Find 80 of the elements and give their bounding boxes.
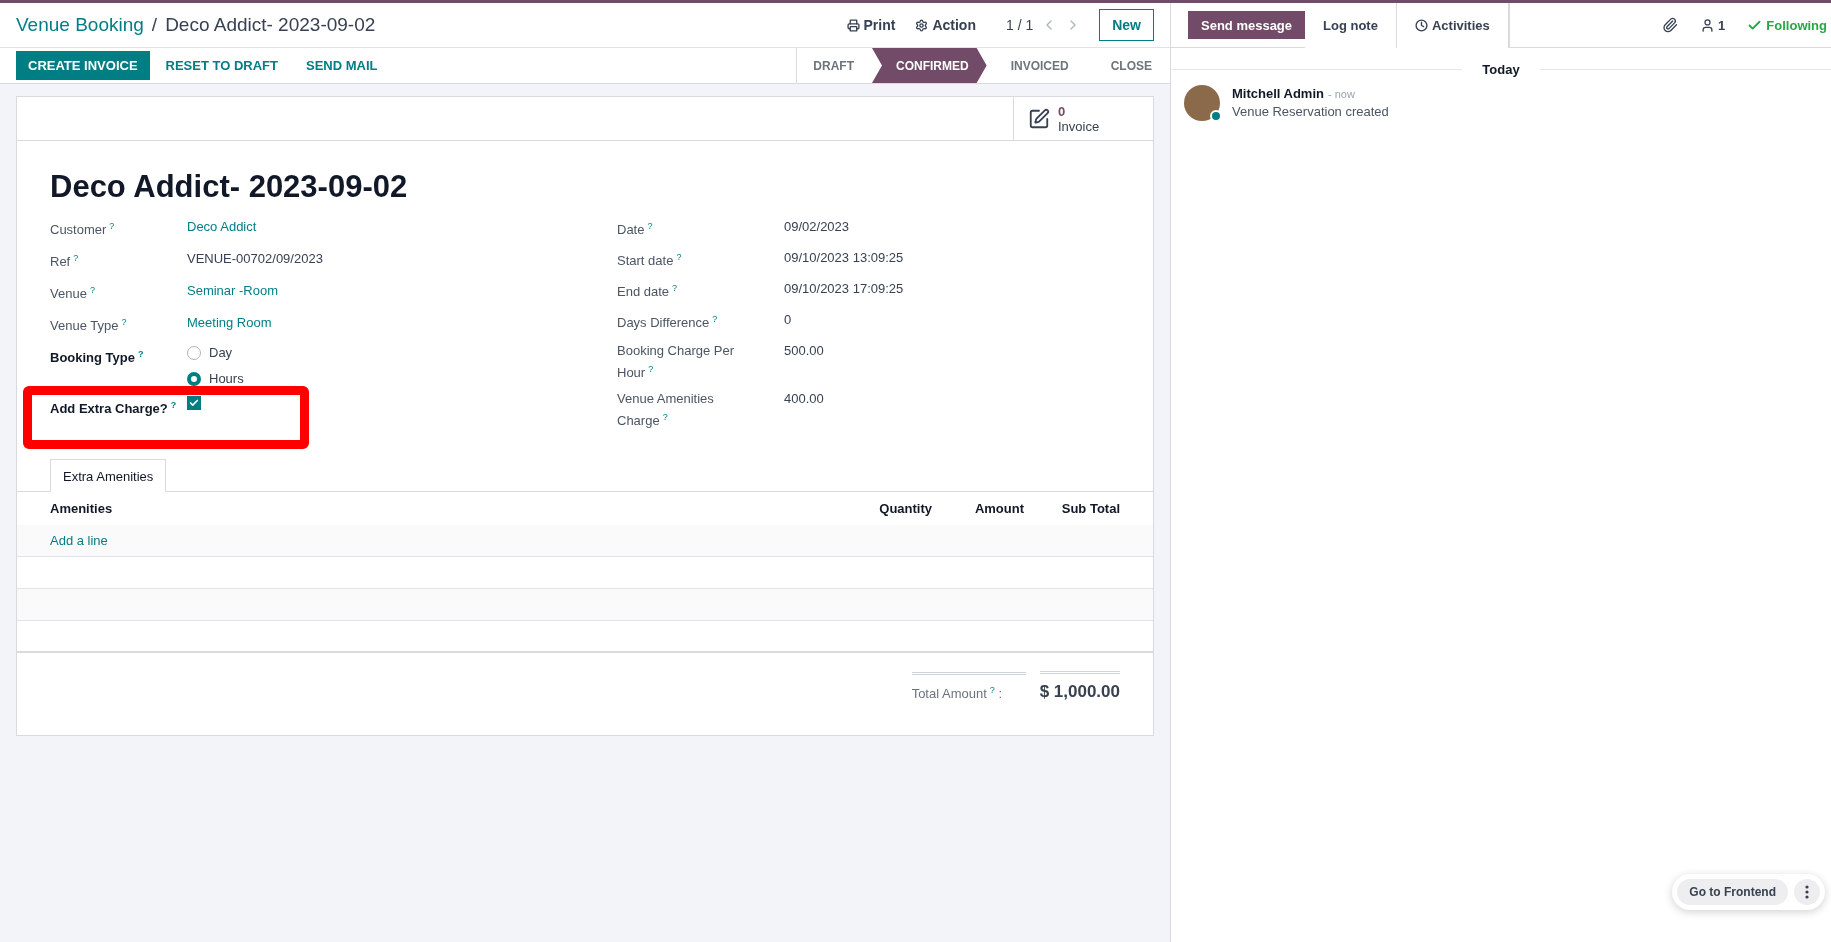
help-mark: ? [647,221,653,231]
help-mark: ? [170,400,177,410]
help-mark: ? [676,252,682,262]
invoice-count: 0 [1058,103,1067,119]
date-separator: Today [1481,62,1521,77]
following-button[interactable]: Following [1747,17,1827,33]
action-link-button[interactable]: RESET TO DRAFT [153,51,290,80]
send-message-button[interactable]: Send message [1188,11,1306,39]
breadcrumb-current: Deco Addict- 2023-09-02 [165,14,376,36]
field-value: 09/02/2023 [784,218,850,236]
field-value: 09/10/2023 13:09:25 [784,249,904,267]
paperclip-icon[interactable] [1662,17,1679,33]
field-link[interactable]: Meeting Room [187,313,272,332]
field-label: Booking Charge Per Hour $^{?}$ [617,342,736,383]
field-label: End date $^{?}$ [617,282,679,302]
field-value: 400.00 [784,390,824,408]
field-label: Ref $^{?}$ [50,252,80,272]
radio-button[interactable] [187,371,201,386]
user-icon [1700,17,1716,33]
field-link[interactable]: Seminar -Room [187,281,279,300]
pager-text: 1 / 1 [1005,17,1034,33]
add-line-link[interactable]: Add a line [50,533,108,548]
column-header: Amenities [50,501,114,516]
field-label: Days Difference $^{?}$ [617,313,719,333]
field-label: Customer $^{?}$ [50,220,116,240]
action-link-button[interactable]: SEND MAIL [294,51,390,80]
help-mark: ? [89,285,95,295]
message-time: - now [1327,88,1355,100]
help-mark: ? [121,317,127,327]
clock-icon [1414,19,1428,32]
field-label: Start date $^{?}$ [617,251,683,271]
printer-icon [846,18,860,32]
more-icon [1805,885,1809,899]
go-to-frontend-button[interactable]: Go to Frontend [1677,879,1788,905]
column-header: Quantity [878,501,932,516]
total-value: $ 1,000.00 [1039,671,1120,702]
field-label: Date $^{?}$ [617,220,654,240]
status-stage[interactable]: CONFIRMED [871,48,987,83]
checkbox[interactable] [187,396,201,410]
help-mark: ? [712,314,718,324]
field-link[interactable]: Deco Addict [187,217,257,236]
total-label: Total Amount $^{?}$ : [911,671,1026,702]
help-mark: ? [109,221,115,231]
field-value: 500.00 [784,342,824,360]
print-button[interactable]: Print [846,17,896,33]
radio-button[interactable] [187,345,201,360]
field-label: Venue $^{?}$ [50,284,96,304]
more-button[interactable] [1794,879,1820,905]
radio-option[interactable]: Hours [187,371,244,386]
help-mark: ? [138,349,144,359]
column-header: Amount [973,501,1024,516]
field-label: Venue Type $^{?}$ [50,316,128,336]
followers-button[interactable]: 1 [1700,17,1726,33]
field-value: 0 [784,311,792,329]
activities-tab[interactable]: Activities [1395,3,1509,48]
radio-option[interactable]: Day [187,345,244,360]
help-mark: ? [648,364,654,374]
field-label: Add Extra Charge? $^{?}$ [50,399,178,419]
field-value: 09/10/2023 17:09:25 [784,280,904,298]
help-mark: ? [662,412,668,422]
help-mark: ? [989,684,995,695]
edit-icon [1028,107,1050,130]
breadcrumb-link[interactable]: Venue Booking [16,14,144,36]
online-dot [1210,110,1222,122]
settings-icon [915,18,929,32]
record-title: Deco Addict- 2023-09-02 [50,169,409,205]
field-value: VENUE-00702/09/2023 [187,250,323,268]
invoice-label: Invoice [1058,118,1100,134]
help-mark: ? [73,253,79,263]
create-invoice-button[interactable]: CREATE INVOICE [16,51,150,80]
message-author: Mitchell Admin [1232,86,1324,101]
new-button[interactable]: New [1099,9,1154,41]
help-mark: ? [672,283,678,293]
breadcrumb-separator: / [151,14,158,36]
field-label: Venue Amenities Charge $^{?}$ [617,390,715,431]
column-header: Sub Total [1060,501,1120,516]
action-button[interactable]: Action [915,17,976,33]
message-body: Venue Reservation created [1232,104,1389,119]
notebook-tab[interactable]: Extra Amenities [50,459,167,492]
field-label: Booking Type $^{?}$ [50,348,145,368]
